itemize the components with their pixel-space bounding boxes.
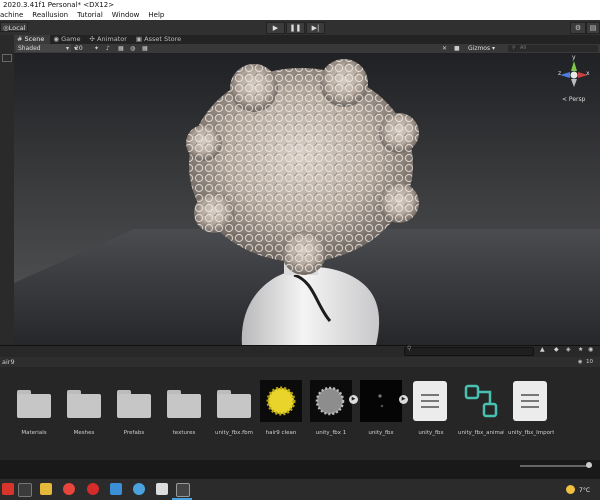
app-icon[interactable] — [2, 483, 14, 495]
eye-icon[interactable]: ◉ — [588, 346, 593, 353]
project-toolbar: ⚲ ▲ ◆ ◈ ★ ◉ air9 ◉ 10 — [0, 345, 600, 368]
layers-button[interactable]: ▤ — [586, 22, 600, 34]
app-m-icon[interactable] — [110, 483, 122, 495]
asset-item[interactable]: unity_fbx — [358, 380, 404, 436]
unity-editor-icon[interactable] — [176, 483, 190, 497]
unity-hub-icon[interactable] — [156, 483, 168, 495]
pivot-rotation-button[interactable]: ◎Local — [0, 22, 28, 32]
icon-size-slider[interactable] — [520, 465, 592, 467]
chevron-down-icon: ▾ — [65, 45, 69, 52]
perspective-toggle[interactable]: < Persp — [562, 96, 585, 103]
audio-icon[interactable]: ♪ — [106, 44, 110, 53]
label-icon[interactable]: ◈ — [566, 346, 571, 353]
gizmo-x-label: x — [586, 70, 590, 77]
shading-mode-dropdown[interactable]: Shaded ▾ — [16, 44, 71, 52]
document-icon — [510, 380, 552, 422]
material-preview-icon — [260, 380, 302, 422]
task-view-icon[interactable] — [18, 483, 32, 497]
asset-item[interactable]: Prefabs — [111, 380, 157, 436]
tab-animator[interactable]: ✣ Animator — [86, 35, 132, 44]
menu-item-window[interactable]: Window — [112, 10, 140, 20]
animator-icon: ✣ — [89, 35, 95, 43]
camera-icon[interactable]: ■ — [454, 44, 460, 53]
tab-asset-store[interactable]: ▣ Asset Store — [133, 35, 187, 44]
view-tabs: # Scene ◉ Game ✣ Animator ▣ Asset Store — [14, 35, 600, 44]
chrome-icon[interactable] — [63, 483, 75, 495]
folder-icon — [63, 380, 105, 422]
model-preview-icon — [360, 380, 402, 422]
tools-icon[interactable]: ✕ — [442, 44, 447, 53]
lock-icon[interactable]: ▲ — [540, 346, 545, 353]
asset-item[interactable]: hair9 clean — [258, 380, 304, 436]
weather-temperature[interactable]: 7°C — [579, 487, 590, 494]
asset-item[interactable]: textures — [161, 380, 207, 436]
step-button[interactable]: ▶| — [306, 22, 325, 34]
expand-arrow-icon[interactable]: ▶ — [399, 395, 408, 404]
panel-menu-icon[interactable] — [2, 54, 12, 62]
effects-icon[interactable]: ▦ — [118, 44, 124, 53]
asset-item[interactable]: unity_fbx.fbm — [211, 380, 257, 436]
project-search-input[interactable]: ⚲ — [404, 345, 534, 356]
tab-game[interactable]: ◉ Game — [50, 35, 86, 44]
scene-viewport[interactable]: y z x < Persp — [14, 53, 600, 345]
gizmo-y-label: y — [572, 54, 576, 61]
menu-item-reallusion[interactable]: Reallusion — [32, 10, 68, 20]
folder-icon — [13, 380, 55, 422]
search-icon: ⚲ — [512, 45, 516, 51]
folder-icon — [163, 380, 205, 422]
lighting-icon[interactable]: ✦ — [94, 44, 99, 53]
grid-toggle-icon[interactable]: ▦ — [142, 44, 148, 53]
slider-handle[interactable] — [586, 462, 592, 468]
folder-icon — [213, 380, 255, 422]
settings-gear-icon[interactable]: ⚙ — [570, 22, 586, 34]
menu-item-tutorial[interactable]: Tutorial — [77, 10, 103, 20]
asset-item[interactable]: Meshes — [61, 380, 107, 436]
window-title: 2020.3.41f1 Personal* <DX12> — [3, 1, 115, 9]
title-bar: 2020.3.41f1 Personal* <DX12> — [0, 0, 600, 10]
gamepad-icon: ◉ — [53, 35, 60, 43]
scene-number: 20 — [75, 45, 83, 52]
gizmos-dropdown[interactable]: Gizmos ▾ — [468, 44, 495, 53]
scene-search-input[interactable]: ⚲ All — [508, 45, 598, 52]
store-icon: ▣ — [135, 35, 143, 43]
left-panel-strip — [0, 35, 15, 347]
orientation-gizmo — [560, 61, 588, 87]
file-explorer-icon[interactable] — [40, 483, 52, 495]
scene-controls-bar: Shaded ▾ ▾ 20 ✦ ♪ ▦ ◍ ▦ ✕ ■ Gizmos ▾ ⚲ Al… — [14, 44, 600, 53]
animator-controller-icon — [460, 380, 502, 422]
menu-item-help[interactable]: Help — [148, 10, 164, 20]
asset-item[interactable]: unity_fbx — [408, 380, 454, 436]
asset-item[interactable]: Materials — [11, 380, 57, 436]
asset-grid: Materials Meshes Prefabs textures unity_… — [0, 367, 600, 460]
grid-icon: # — [17, 35, 23, 43]
gizmo-z-label: z — [558, 70, 562, 77]
app-c-icon[interactable] — [133, 483, 145, 495]
pause-button[interactable]: ❚❚ — [286, 22, 305, 34]
search-icon: ⚲ — [407, 345, 412, 352]
play-button[interactable]: ▶ — [266, 22, 285, 34]
expand-arrow-icon[interactable]: ▶ — [349, 395, 358, 404]
hidden-objects-icon[interactable]: ◍ — [130, 44, 135, 53]
windows-taskbar — [0, 479, 600, 500]
filter-type-icon[interactable]: ◆ — [554, 346, 559, 353]
asset-item[interactable]: unity_fbx_Importi... — [508, 380, 554, 436]
breadcrumb-item[interactable]: air9 — [0, 358, 15, 366]
document-icon — [410, 380, 452, 422]
favorite-icon[interactable]: ★ — [578, 346, 583, 353]
opera-icon[interactable] — [87, 483, 99, 495]
scene-render — [14, 59, 600, 345]
material-preview-icon — [310, 380, 352, 422]
menu-item-machine[interactable]: achine — [0, 10, 23, 20]
asset-item[interactable]: unity_fbx 1 — [308, 380, 354, 436]
playback-controls: ▶ ❚❚ ▶| — [266, 22, 326, 34]
tab-scene[interactable]: # Scene — [14, 35, 51, 44]
menu-bar: achine Reallusion Tutorial Window Help — [0, 10, 600, 20]
folder-icon — [113, 380, 155, 422]
main-toolbar: ◎Local ▶ ❚❚ ▶| ⚙ ▤ — [0, 20, 600, 36]
weather-icon — [566, 485, 575, 494]
asset-item[interactable]: unity_fbx_animat... — [458, 380, 504, 436]
